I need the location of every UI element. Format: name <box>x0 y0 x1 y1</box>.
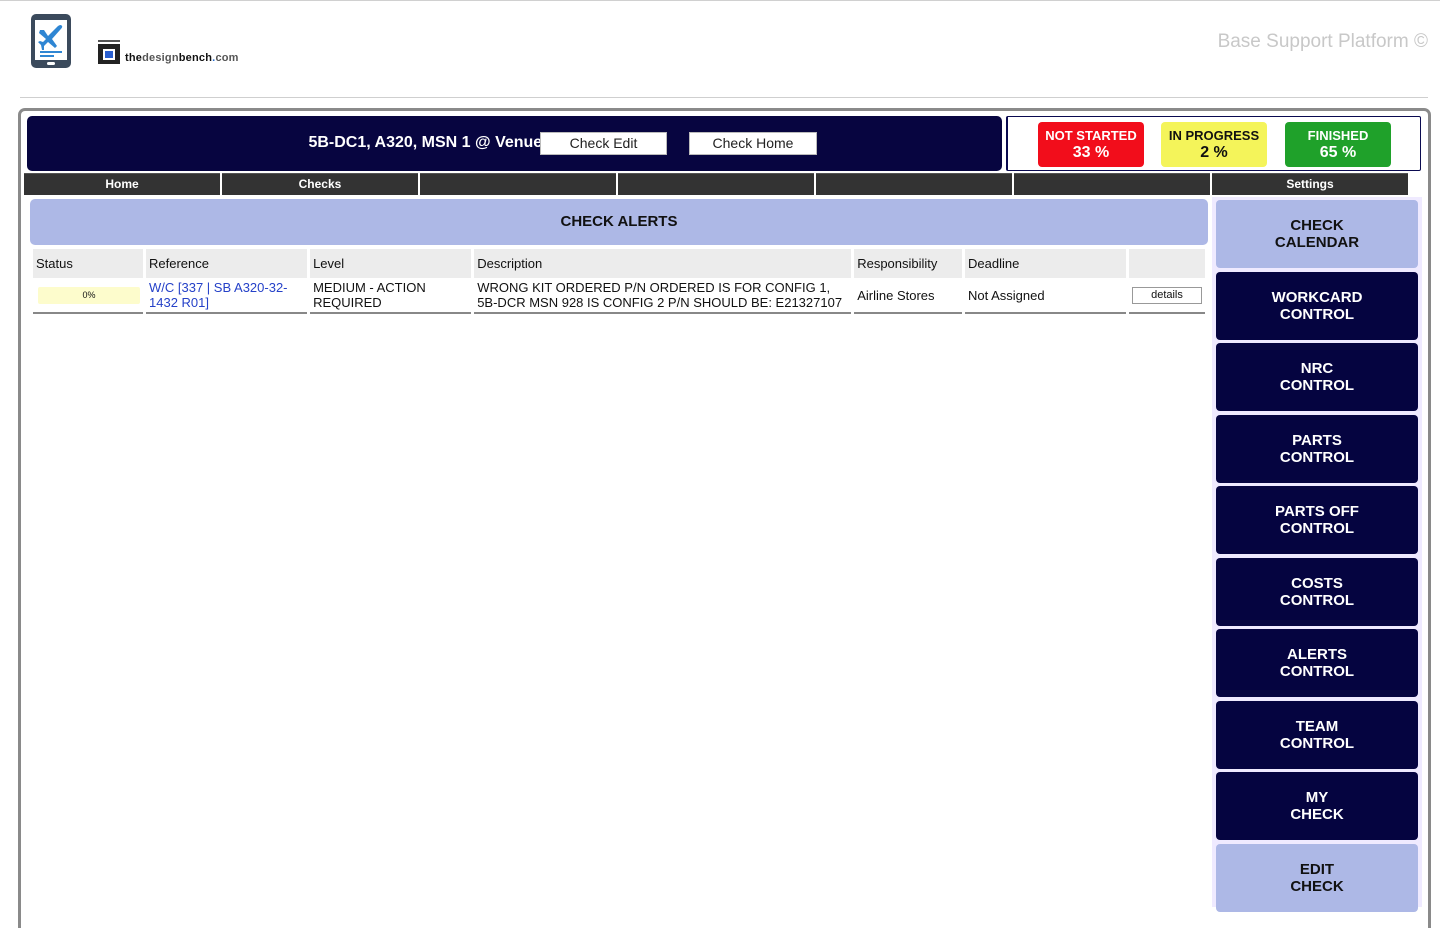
table-row: 0% W/C [337 | SB A320-32-1432 R01] MEDIU… <box>33 278 1205 314</box>
col-deadline: Deadline <box>964 249 1126 278</box>
col-action <box>1128 249 1205 278</box>
nav-blank-4[interactable] <box>1014 173 1210 195</box>
check-alerts-panel: CHECK ALERTS Status Reference Level Desc… <box>30 199 1208 314</box>
sidebar-my-check[interactable]: MY CHECK <box>1216 772 1418 840</box>
col-level: Level <box>310 249 472 278</box>
cell-status: 0% <box>33 278 143 314</box>
check-title-bar: 5B-DC1, A320, MSN 1 @ Venue 1 Check Edit… <box>27 116 1002 171</box>
cell-description: WRONG KIT ORDERED P/N ORDERED IS FOR CON… <box>474 278 852 314</box>
table-header-row: Status Reference Level Description Respo… <box>33 249 1205 278</box>
sidebar-alerts-control[interactable]: ALERTS CONTROL <box>1216 629 1418 697</box>
sidebar-check-calendar[interactable]: CHECK CALENDAR <box>1216 200 1418 268</box>
header-divider <box>20 97 1428 98</box>
sidebar-parts-off-control[interactable]: PARTS OFF CONTROL <box>1216 486 1418 554</box>
nav-settings[interactable]: Settings <box>1212 173 1408 195</box>
col-reference: Reference <box>146 249 308 278</box>
brand-name: thedesignbench.com <box>125 52 239 64</box>
cell-responsibility: Airline Stores <box>854 278 962 314</box>
check-edit-button[interactable]: Check Edit <box>540 132 667 155</box>
sidebar-edit-check[interactable]: EDIT CHECK <box>1216 843 1418 912</box>
sidebar-nrc-control[interactable]: NRC CONTROL <box>1216 343 1418 411</box>
finished-badge: FINISHED 65 % <box>1285 122 1391 167</box>
main-nav: Home Checks Settings <box>24 173 1410 195</box>
check-home-button[interactable]: Check Home <box>689 132 817 155</box>
cell-deadline: Not Assigned <box>964 278 1126 314</box>
sidebar-team-control[interactable]: TEAM CONTROL <box>1216 700 1418 769</box>
sidebar-workcard-control[interactable]: WORKCARD CONTROL <box>1216 271 1418 340</box>
cell-action: details <box>1128 278 1205 314</box>
designbench-brand: thedesignbench.com <box>97 40 239 64</box>
reference-link[interactable]: W/C [337 | SB A320-32-1432 R01] <box>149 280 288 310</box>
nav-checks[interactable]: Checks <box>222 173 418 195</box>
check-status-summary: NOT STARTED 33 % IN PROGRESS 2 % FINISHE… <box>1006 116 1421 171</box>
in-progress-badge: IN PROGRESS 2 % <box>1161 122 1267 167</box>
alerts-table: Status Reference Level Description Respo… <box>30 249 1208 314</box>
col-status: Status <box>33 249 143 278</box>
status-progress-bar: 0% <box>38 286 140 304</box>
sidebar-menu: CHECK CALENDAR WORKCARD CONTROL NRC CONTROL… <box>1212 197 1422 912</box>
cell-level: MEDIUM - ACTION REQUIRED <box>310 278 472 314</box>
nav-blank-2[interactable] <box>618 173 814 195</box>
col-description: Description <box>474 249 852 278</box>
nav-blank-1[interactable] <box>420 173 616 195</box>
nav-home[interactable]: Home <box>24 173 220 195</box>
platform-title: Base Support Platform © <box>1217 31 1428 52</box>
check-alerts-title: CHECK ALERTS <box>30 199 1208 245</box>
page-header: thedesignbench.com Base Support Platform… <box>0 0 1440 100</box>
col-responsibility: Responsibility <box>854 249 962 278</box>
not-started-badge: NOT STARTED 33 % <box>1038 122 1144 167</box>
sidebar-costs-control[interactable]: COSTS CONTROL <box>1216 557 1418 626</box>
nav-blank-3[interactable] <box>816 173 1012 195</box>
sidebar-parts-control[interactable]: PARTS CONTROL <box>1216 414 1418 483</box>
details-button[interactable]: details <box>1131 286 1202 304</box>
cell-reference: W/C [337 | SB A320-32-1432 R01] <box>146 278 308 314</box>
designbench-logo-icon <box>98 40 120 64</box>
tablet-airplane-logo-icon <box>31 14 71 68</box>
